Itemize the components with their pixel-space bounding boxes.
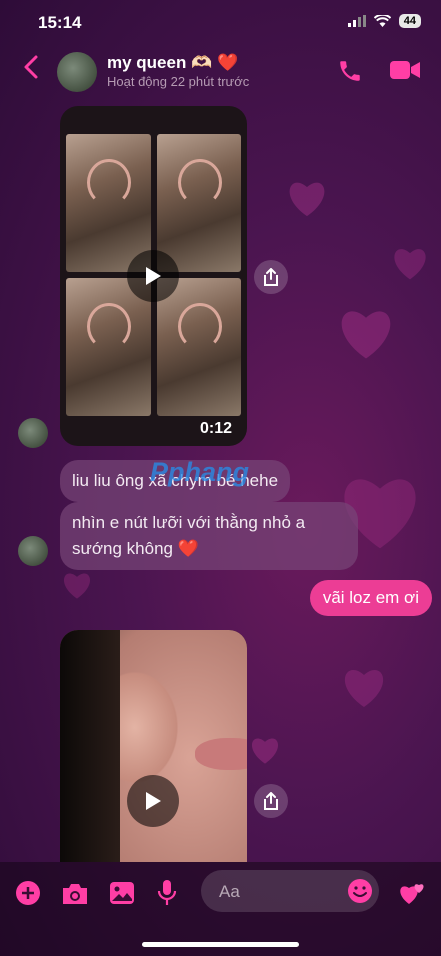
gallery-icon[interactable] bbox=[109, 881, 135, 905]
video-duration: 0:12 bbox=[200, 420, 233, 437]
play-icon bbox=[146, 267, 161, 285]
outgoing-message[interactable]: vãi loz em ơi bbox=[309, 580, 432, 616]
sender-avatar[interactable] bbox=[18, 418, 48, 448]
back-chevron-icon[interactable] bbox=[20, 54, 44, 80]
video-frame bbox=[66, 134, 151, 272]
video-message[interactable] bbox=[60, 630, 247, 862]
microphone-icon[interactable] bbox=[157, 879, 177, 907]
signal-icon bbox=[347, 15, 366, 27]
play-button[interactable] bbox=[127, 250, 179, 302]
heart-reaction-icon[interactable] bbox=[398, 880, 426, 906]
chat-header: my queen 🫶🏻 ❤️ Hoạt động 22 phút trước bbox=[0, 44, 441, 100]
status-bar: 15:14 44 bbox=[0, 0, 441, 44]
share-icon bbox=[264, 268, 278, 286]
message-composer[interactable] bbox=[201, 870, 379, 914]
video-message[interactable]: 0:12 bbox=[60, 106, 247, 446]
emoji-icon[interactable] bbox=[347, 878, 373, 904]
camera-icon[interactable] bbox=[61, 882, 89, 905]
video-frame bbox=[156, 278, 241, 416]
plus-icon[interactable] bbox=[15, 880, 41, 906]
contact-avatar[interactable] bbox=[57, 52, 97, 92]
video-call-icon[interactable] bbox=[389, 58, 421, 82]
phone-icon[interactable] bbox=[337, 58, 363, 84]
video-frame bbox=[66, 278, 151, 416]
video-thumbnail-hair bbox=[60, 630, 120, 862]
play-button[interactable] bbox=[127, 775, 179, 827]
video-frame bbox=[156, 134, 241, 272]
share-icon bbox=[264, 792, 278, 810]
watermark-text: Pphang bbox=[150, 457, 249, 487]
message-input[interactable] bbox=[217, 870, 341, 914]
status-time: 15:14 bbox=[38, 13, 82, 32]
sender-avatar[interactable] bbox=[18, 536, 48, 566]
share-button[interactable] bbox=[254, 260, 288, 294]
battery-indicator: 44 bbox=[398, 14, 421, 28]
status-icons: 44 bbox=[347, 14, 421, 28]
incoming-message[interactable]: nhìn e nút lưỡi với thằng nhỏ a sướng kh… bbox=[60, 502, 358, 570]
play-icon bbox=[146, 792, 161, 810]
contact-name[interactable]: my queen 🫶🏻 ❤️ bbox=[107, 53, 238, 73]
wifi-icon bbox=[373, 15, 391, 27]
home-indicator[interactable] bbox=[142, 942, 299, 947]
contact-activity-status: Hoạt động 22 phút trước bbox=[107, 74, 250, 89]
video-thumbnail-lips bbox=[195, 738, 247, 770]
share-button[interactable] bbox=[254, 784, 288, 818]
